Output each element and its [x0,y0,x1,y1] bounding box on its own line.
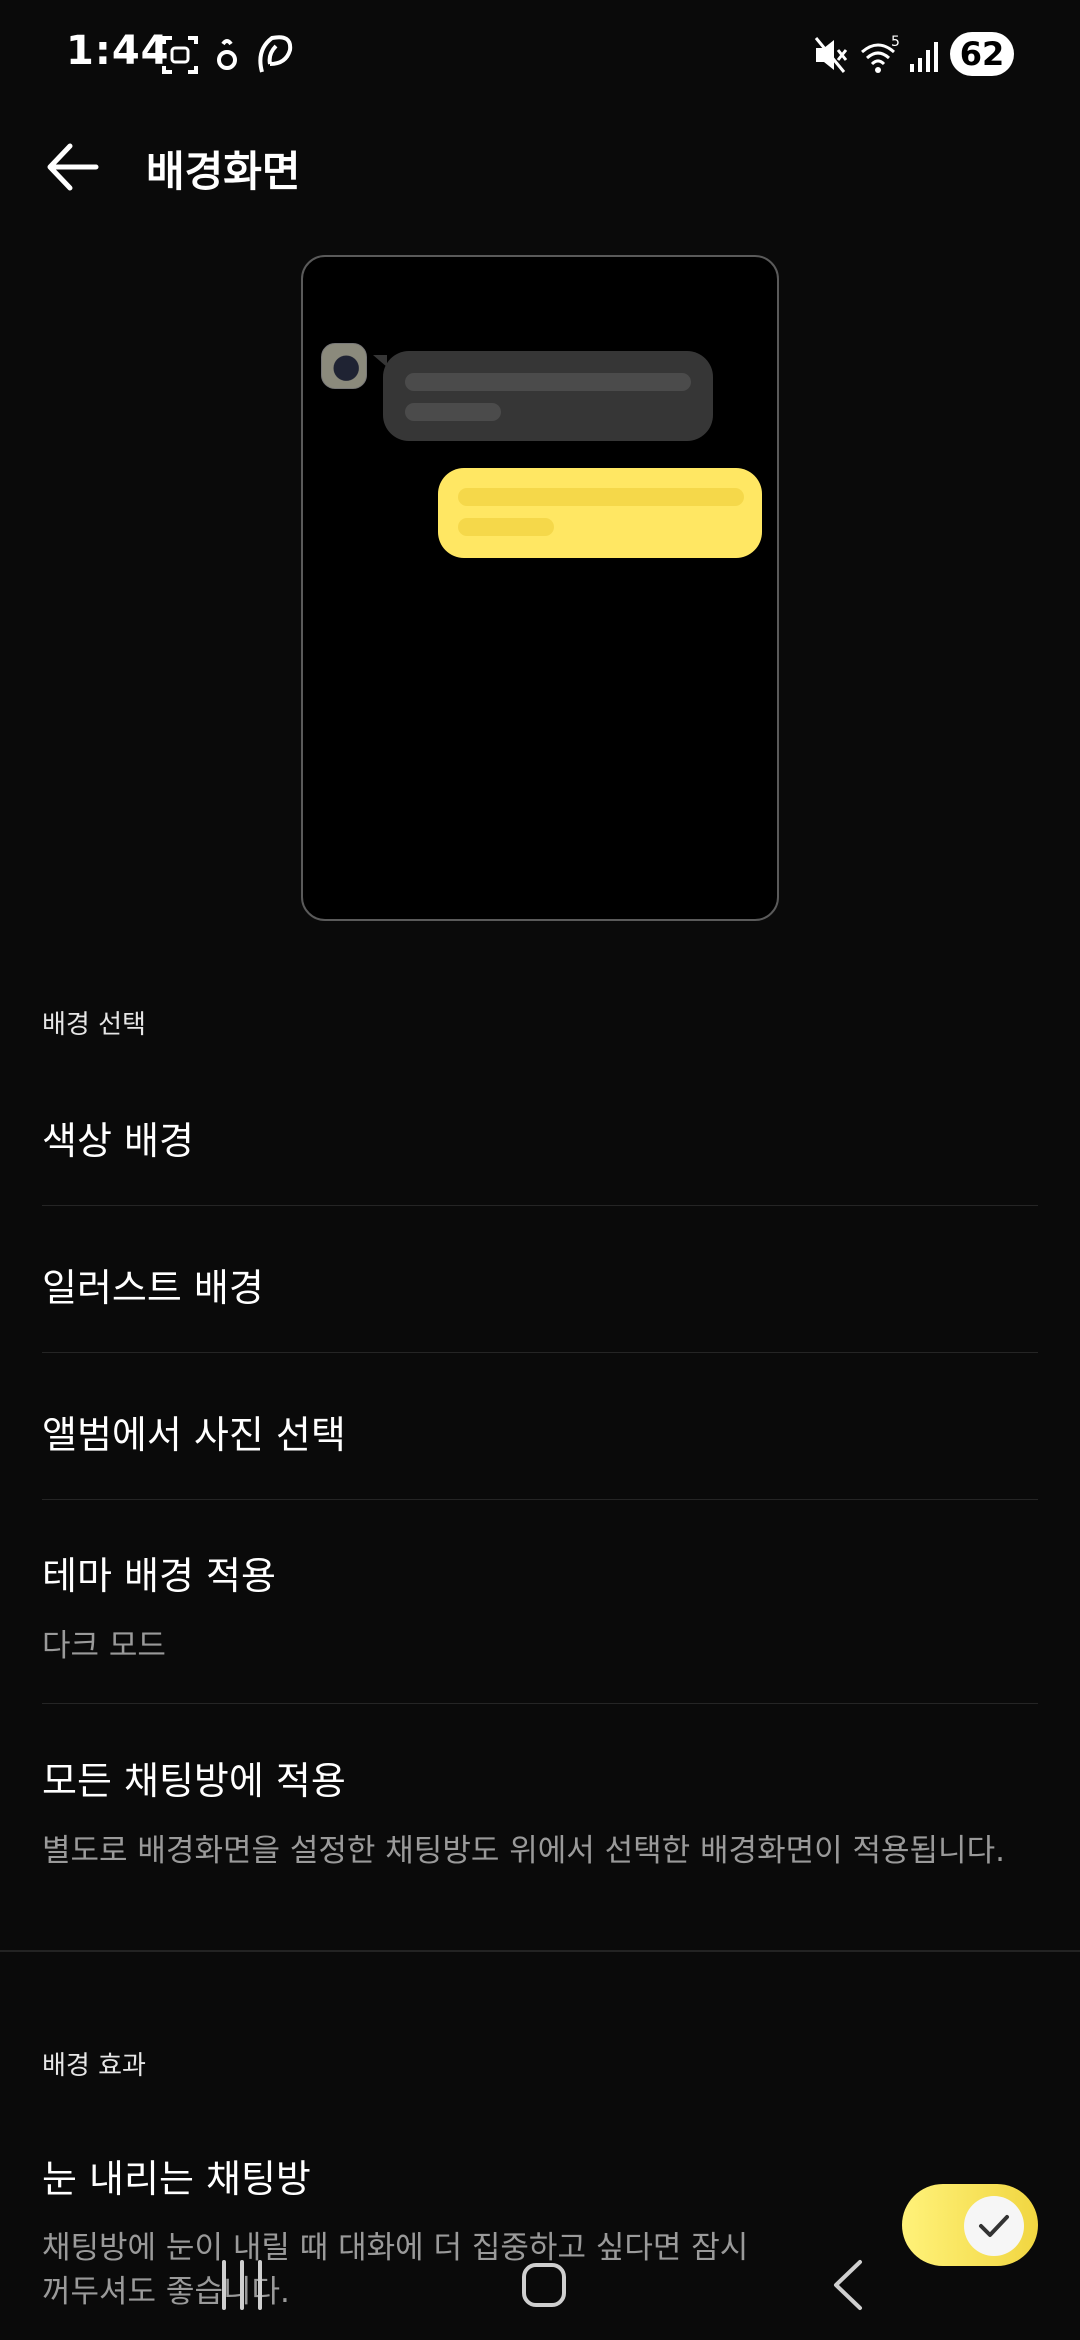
wifi-icon: 5 [861,34,900,73]
divider [42,1352,1038,1353]
menu-item-title: 색상 배경 [42,1119,194,1163]
divider [42,1205,1038,1206]
bubble-line [405,373,691,391]
section-divider [0,1950,1080,1952]
system-nav-bar [0,2220,1080,2340]
section-label-background-effect: 배경 효과 [42,2051,146,2081]
menu-item-title: 일러스트 배경 [42,1266,264,1310]
page-title: 배경화면 [146,147,301,196]
signal-icon [910,42,938,72]
back-icon[interactable] [808,2250,888,2320]
menu-item-subtitle: 다크 모드 [42,1628,166,1664]
bubble-line [405,403,501,421]
status-time: 1:44 [66,28,170,74]
status-bar: 1:44 5 62 [0,0,1080,110]
menu-item-subtitle: 별도로 배경화면을 설정한 채팅방도 위에서 선택한 배경화면이 적용됩니다. [42,1833,1005,1869]
arrow-left-icon[interactable] [40,134,106,200]
battery-indicator: 62 [950,32,1014,76]
avatar [321,343,367,389]
wallpaper-preview [301,255,779,921]
face-scan-icon [162,36,198,74]
svg-text:5: 5 [891,34,900,50]
menu-item-title: 모든 채팅방에 적용 [42,1759,346,1803]
bubble-line [458,518,554,536]
leaf-icon [258,35,293,73]
divider [42,1499,1038,1500]
app-header: 배경화면 [0,110,1080,220]
home-icon[interactable] [504,2250,584,2320]
sent-bubble [438,468,762,558]
section-label-background-select: 배경 선택 [42,1010,146,1040]
bubble-line [458,488,744,506]
mute-icon [814,37,848,73]
menu-item-title: 테마 배경 적용 [42,1554,276,1598]
menu-item-title: 앨범에서 사진 선택 [42,1413,346,1457]
received-bubble [373,351,713,441]
menu-item-title: 눈 내리는 채팅방 [42,2157,311,2201]
divider [42,1703,1038,1704]
notification-icon [217,39,237,70]
recent-apps-icon[interactable] [202,2250,282,2320]
